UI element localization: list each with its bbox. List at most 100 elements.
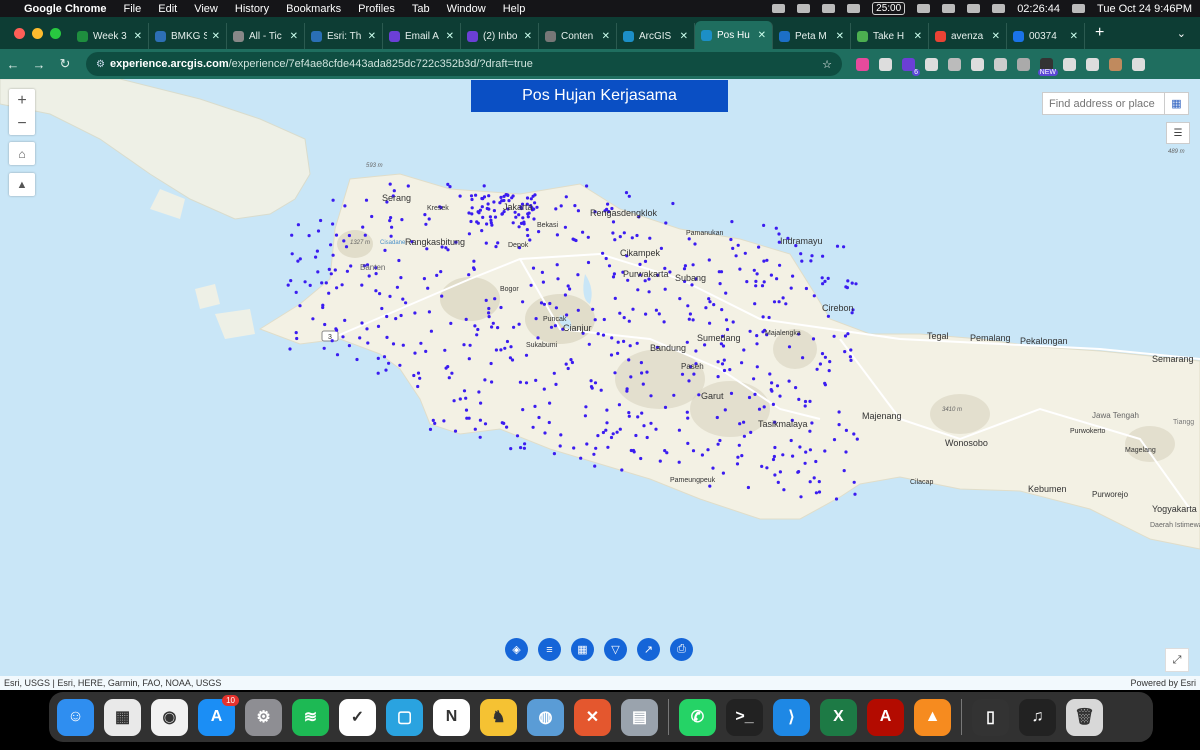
menu-view[interactable]: View	[194, 3, 218, 15]
rain-station-point[interactable]	[683, 264, 688, 268]
rain-station-point[interactable]	[340, 283, 344, 287]
rain-station-point[interactable]	[464, 396, 468, 400]
rain-station-point[interactable]	[540, 270, 545, 274]
rain-station-point[interactable]	[419, 341, 423, 345]
rain-station-point[interactable]	[541, 280, 546, 284]
rain-station-point[interactable]	[725, 327, 730, 332]
rain-station-point[interactable]	[691, 318, 695, 322]
rain-station-point[interactable]	[522, 446, 527, 450]
rain-station-point[interactable]	[427, 310, 431, 314]
rain-station-point[interactable]	[418, 376, 422, 380]
rain-station-point[interactable]	[489, 221, 493, 225]
rain-station-point[interactable]	[632, 450, 636, 454]
rain-station-point[interactable]	[606, 202, 610, 206]
rain-station-point[interactable]	[627, 411, 631, 415]
rain-station-point[interactable]	[721, 344, 726, 348]
rain-station-point[interactable]	[658, 459, 662, 463]
rain-station-point[interactable]	[729, 391, 734, 395]
rain-station-point[interactable]	[486, 202, 490, 206]
rain-station-point[interactable]	[518, 380, 523, 384]
rain-station-point[interactable]	[395, 285, 399, 289]
rain-station-point[interactable]	[467, 416, 471, 420]
rain-station-point[interactable]	[329, 243, 333, 247]
rain-station-point[interactable]	[765, 258, 769, 262]
rain-station-point[interactable]	[735, 462, 740, 466]
rain-station-point[interactable]	[611, 275, 616, 279]
rain-station-point[interactable]	[821, 282, 825, 286]
rain-station-point[interactable]	[467, 211, 471, 215]
rain-station-point[interactable]	[519, 446, 523, 450]
rain-station-point[interactable]	[855, 437, 859, 441]
rain-station-point[interactable]	[717, 270, 721, 274]
rain-station-point[interactable]	[554, 207, 558, 211]
rain-station-point[interactable]	[823, 381, 827, 385]
rain-station-point[interactable]	[528, 238, 532, 242]
rain-station-point[interactable]	[664, 221, 668, 225]
rain-station-point[interactable]	[343, 204, 347, 208]
rain-station-point[interactable]	[458, 397, 462, 401]
rain-station-point[interactable]	[378, 292, 382, 296]
rain-station-point[interactable]	[469, 194, 474, 198]
rain-station-point[interactable]	[586, 260, 591, 265]
rain-station-point[interactable]	[748, 329, 752, 333]
tab-close-icon[interactable]: ✕	[368, 31, 376, 42]
rain-station-point[interactable]	[517, 322, 521, 326]
status-icon[interactable]	[772, 4, 786, 13]
rain-station-point[interactable]	[622, 316, 626, 320]
rain-station-point[interactable]	[431, 418, 435, 422]
rain-station-point[interactable]	[361, 225, 365, 229]
rain-station-point[interactable]	[808, 480, 812, 484]
tab-close-icon[interactable]: ✕	[446, 31, 454, 42]
rain-station-point[interactable]	[555, 233, 560, 237]
rain-station-point[interactable]	[566, 366, 570, 371]
rain-station-point[interactable]	[703, 343, 707, 347]
rain-station-point[interactable]	[343, 318, 347, 322]
rain-station-point[interactable]	[286, 283, 290, 287]
rain-station-point[interactable]	[774, 226, 778, 230]
rain-station-point[interactable]	[388, 219, 392, 223]
tab-11[interactable]: avenza ✕	[929, 23, 1007, 49]
pomodoro-timer[interactable]: 25:00	[872, 2, 906, 15]
rain-station-point[interactable]	[416, 371, 421, 375]
dock-tableplus-icon[interactable]: ♞	[480, 698, 517, 736]
rain-station-point[interactable]	[533, 404, 537, 408]
rain-station-point[interactable]	[536, 336, 540, 340]
rain-station-point[interactable]	[554, 382, 558, 386]
rain-station-point[interactable]	[745, 280, 749, 284]
rain-station-point[interactable]	[548, 401, 552, 405]
rain-station-point[interactable]	[686, 441, 690, 445]
rain-station-point[interactable]	[484, 298, 488, 302]
rain-station-point[interactable]	[631, 307, 635, 311]
rain-station-point[interactable]	[492, 209, 496, 213]
rain-station-point[interactable]	[627, 414, 631, 418]
puzzle-icon[interactable]	[1063, 57, 1076, 71]
rain-station-point[interactable]	[789, 286, 793, 290]
rain-station-point[interactable]	[760, 284, 765, 288]
rain-station-point[interactable]	[687, 379, 691, 383]
rain-station-point[interactable]	[712, 303, 716, 307]
rain-station-point[interactable]	[601, 251, 605, 255]
rain-station-point[interactable]	[791, 274, 795, 278]
control-center-icon[interactable]	[1072, 4, 1086, 13]
rain-station-point[interactable]	[294, 331, 298, 335]
rain-station-point[interactable]	[817, 490, 822, 494]
rain-station-point[interactable]	[602, 317, 606, 322]
rain-station-point[interactable]	[452, 399, 456, 403]
rain-station-point[interactable]	[316, 229, 321, 233]
fullscreen-icon[interactable]: ⤢	[1165, 648, 1189, 672]
rain-station-point[interactable]	[444, 366, 448, 370]
rain-station-point[interactable]	[708, 321, 712, 325]
rain-station-point[interactable]	[821, 254, 825, 258]
rain-station-point[interactable]	[708, 300, 712, 304]
rain-station-point[interactable]	[634, 433, 638, 438]
rain-station-point[interactable]	[303, 280, 307, 284]
rain-station-point[interactable]	[534, 317, 538, 321]
tab-close-icon[interactable]: ✕	[1070, 31, 1078, 42]
rain-station-point[interactable]	[508, 356, 512, 360]
rain-station-point[interactable]	[290, 252, 294, 256]
rain-station-point[interactable]	[307, 234, 311, 238]
rain-station-point[interactable]	[668, 270, 672, 274]
rain-station-point[interactable]	[388, 182, 392, 186]
rain-station-point[interactable]	[803, 399, 808, 404]
rain-station-point[interactable]	[609, 353, 614, 357]
